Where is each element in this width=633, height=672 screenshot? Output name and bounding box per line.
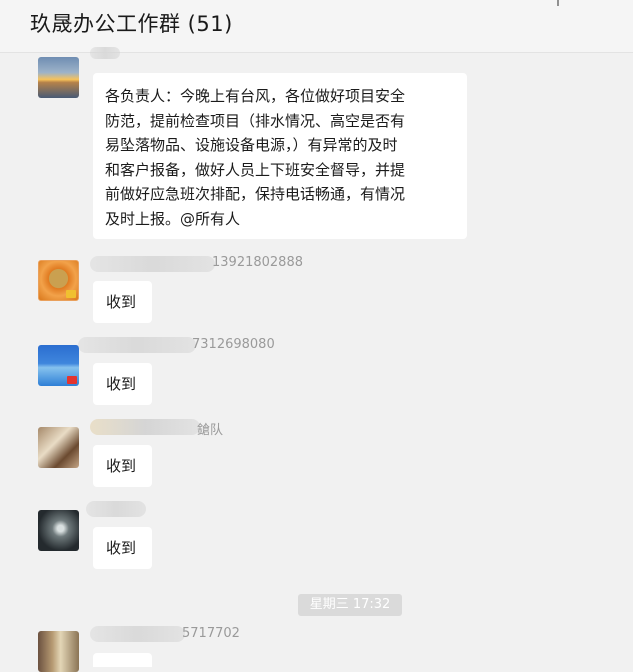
message-line: 和客户报备，做好人员上下班安全督导，并提 xyxy=(105,160,406,179)
blurred-name xyxy=(78,337,196,353)
message-line: 及时上报。@所有人 xyxy=(105,209,241,228)
blurred-name xyxy=(86,501,146,517)
sender-name: 13921802888 xyxy=(212,255,303,270)
message-text: 收到 xyxy=(106,457,137,475)
message-line: 易坠落物品、设施设备电源，）有异常的及时 xyxy=(105,136,398,154)
message-text: 收到 xyxy=(106,539,137,557)
avatar[interactable] xyxy=(38,260,79,301)
message-bubble[interactable]: 收到 xyxy=(93,527,152,569)
message-line: 防范，提前检查项目（排水情况、高空是否有 xyxy=(105,111,406,130)
chat-header: 玖晟办公工作群 (51) xyxy=(0,0,633,53)
message-bubble[interactable]: 各负责人：今晚上有台风，各位做好项目安全 防范，提前检查项目（排水情况、高空是否… xyxy=(93,73,467,239)
avatar[interactable] xyxy=(38,427,79,468)
time-divider: 星期三 17:32 xyxy=(298,594,402,616)
message-text: 收到 xyxy=(106,375,137,393)
blurred-name xyxy=(90,256,215,272)
group-title: 玖晟办公工作群 (51) xyxy=(30,12,233,36)
sender-name: 鎗队 xyxy=(197,423,224,438)
avatar-badge xyxy=(66,290,76,298)
blurred-name xyxy=(90,419,200,435)
message-bubble[interactable]: 收到 xyxy=(93,281,152,323)
pin-icon[interactable] xyxy=(552,0,564,8)
message-text: 收到 xyxy=(106,293,137,311)
blurred-name xyxy=(90,47,120,59)
blurred-name xyxy=(90,626,185,642)
message-list[interactable]: 各负责人：今晚上有台风，各位做好项目安全 防范，提前检查项目（排水情况、高空是否… xyxy=(0,47,633,672)
message-line: 各负责人：今晚上有台风，各位做好项目安全 xyxy=(105,87,406,105)
avatar[interactable] xyxy=(38,345,79,386)
message-bubble[interactable] xyxy=(93,653,152,667)
avatar[interactable] xyxy=(38,510,79,551)
message-bubble[interactable]: 收到 xyxy=(93,445,152,487)
message-line: 前做好应急班次排配，保持电话畅通，有情况 xyxy=(105,185,406,203)
sender-name: 7312698080 xyxy=(192,337,275,352)
message-bubble[interactable]: 收到 xyxy=(93,363,152,405)
avatar-badge xyxy=(67,376,77,384)
sender-name: 5717702 xyxy=(182,626,240,641)
avatar[interactable] xyxy=(38,57,79,98)
avatar[interactable] xyxy=(38,631,79,672)
